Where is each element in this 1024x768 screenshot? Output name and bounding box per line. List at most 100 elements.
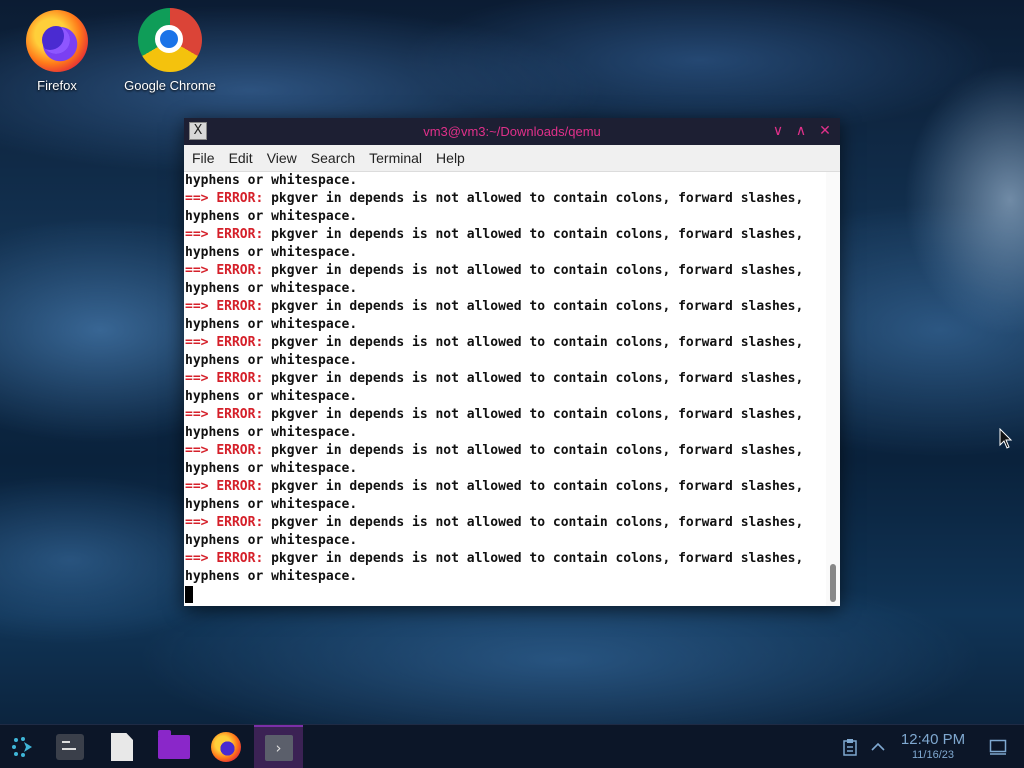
error-message: pkgver in depends is not allowed to cont… — [263, 407, 804, 422]
terminal-error-line: ==> ERROR: pkgver in depends is not allo… — [185, 370, 826, 388]
scrollbar[interactable] — [826, 172, 840, 606]
error-prefix: ==> — [185, 263, 217, 278]
menu-view[interactable]: View — [267, 150, 297, 166]
error-message: pkgver in depends is not allowed to cont… — [263, 299, 804, 314]
show-desktop-button[interactable] — [986, 725, 1010, 768]
error-prefix: ==> — [185, 191, 217, 206]
error-tag: ERROR: — [216, 191, 264, 206]
menu-terminal[interactable]: Terminal — [369, 150, 422, 166]
terminal-error-line: ==> ERROR: pkgver in depends is not allo… — [185, 550, 826, 568]
terminal-error-line: ==> ERROR: pkgver in depends is not allo… — [185, 442, 826, 460]
desktop-icon-label: Firefox — [37, 78, 77, 93]
error-prefix: ==> — [185, 479, 217, 494]
error-message: pkgver in depends is not allowed to cont… — [263, 515, 804, 530]
chevron-up-icon — [871, 742, 885, 751]
terminal-error-line: ==> ERROR: pkgver in depends is not allo… — [185, 298, 826, 316]
clipboard-icon — [843, 739, 857, 756]
terminal-error-line: ==> ERROR: pkgver in depends is not allo… — [185, 406, 826, 424]
terminal-line: hyphens or whitespace. — [185, 425, 358, 440]
menu-help[interactable]: Help — [436, 150, 465, 166]
taskbar-terminal-app[interactable] — [47, 725, 93, 768]
mouse-pointer-icon — [999, 428, 1013, 449]
menu-search[interactable]: Search — [311, 150, 355, 166]
error-tag: ERROR: — [216, 479, 264, 494]
terminal-window[interactable]: X vm3@vm3:~/Downloads/qemu ∨ ∧ ✕ File Ed… — [184, 118, 840, 606]
desktop-icon-label: Google Chrome — [124, 78, 216, 93]
error-tag: ERROR: — [216, 515, 264, 530]
terminal-line: hyphens or whitespace. — [185, 461, 358, 476]
error-prefix: ==> — [185, 407, 217, 422]
taskbar: › 12:40 PM 11/16/23 — [0, 724, 1024, 768]
error-prefix: ==> — [185, 371, 217, 386]
terminal-line: hyphens or whitespace. — [185, 389, 358, 404]
error-prefix: ==> — [185, 443, 217, 458]
terminal-line: hyphens or whitespace. — [185, 353, 358, 368]
menu-file[interactable]: File — [192, 150, 215, 166]
window-title: vm3@vm3:~/Downloads/qemu — [423, 124, 601, 139]
terminal-error-line: ==> ERROR: pkgver in depends is not allo… — [185, 478, 826, 496]
error-message: pkgver in depends is not allowed to cont… — [263, 479, 804, 494]
error-message: pkgver in depends is not allowed to cont… — [263, 371, 804, 386]
maximize-button[interactable]: ∧ — [792, 122, 810, 140]
error-prefix: ==> — [185, 551, 217, 566]
desktop-icon-firefox[interactable]: Firefox — [2, 10, 112, 93]
error-prefix: ==> — [185, 299, 217, 314]
terminal-line: hyphens or whitespace. — [185, 173, 358, 188]
terminal-line: hyphens or whitespace. — [185, 569, 358, 584]
close-button[interactable]: ✕ — [816, 122, 834, 140]
minimize-button[interactable]: ∨ — [769, 122, 787, 140]
terminal-error-line: ==> ERROR: pkgver in depends is not allo… — [185, 514, 826, 532]
application-launcher[interactable] — [0, 725, 46, 768]
error-message: pkgver in depends is not allowed to cont… — [263, 263, 804, 278]
error-message: pkgver in depends is not allowed to cont… — [263, 551, 804, 566]
clipboard-button[interactable] — [838, 725, 862, 768]
error-tag: ERROR: — [216, 299, 264, 314]
menu-edit[interactable]: Edit — [229, 150, 253, 166]
error-message: pkgver in depends is not allowed to cont… — [263, 191, 804, 206]
terminal-line: hyphens or whitespace. — [185, 281, 358, 296]
error-tag: ERROR: — [216, 335, 264, 350]
error-tag: ERROR: — [216, 551, 264, 566]
terminal-error-line: ==> ERROR: pkgver in depends is not allo… — [185, 226, 826, 244]
system-tray-expand[interactable] — [866, 725, 890, 768]
terminal-app-icon — [56, 734, 84, 760]
clock-date: 11/16/23 — [911, 749, 954, 761]
konsole-icon: › — [264, 735, 293, 761]
terminal-line: hyphens or whitespace. — [185, 497, 358, 512]
error-prefix: ==> — [185, 335, 217, 350]
terminal-error-line: ==> ERROR: pkgver in depends is not allo… — [185, 334, 826, 352]
launcher-icon — [12, 737, 32, 757]
error-prefix: ==> — [185, 227, 217, 242]
file-manager-icon — [158, 730, 190, 759]
show-desktop-icon — [989, 739, 1007, 755]
taskbar-file-manager[interactable] — [151, 725, 197, 768]
firefox-icon — [211, 732, 241, 762]
terminal-error-line: ==> ERROR: pkgver in depends is not allo… — [185, 190, 826, 208]
window-titlebar[interactable]: X vm3@vm3:~/Downloads/qemu ∨ ∧ ✕ — [184, 118, 840, 145]
taskbar-konsole[interactable]: › — [254, 725, 303, 768]
error-prefix: ==> — [185, 515, 217, 530]
taskbar-firefox[interactable] — [203, 725, 249, 768]
error-message: pkgver in depends is not allowed to cont… — [263, 335, 804, 350]
scrollbar-thumb[interactable] — [830, 564, 836, 602]
terminal-line: hyphens or whitespace. — [185, 533, 358, 548]
terminal-line: hyphens or whitespace. — [185, 245, 358, 260]
taskbar-text-editor[interactable] — [99, 725, 145, 768]
error-tag: ERROR: — [216, 407, 264, 422]
error-tag: ERROR: — [216, 371, 264, 386]
clock[interactable]: 12:40 PM 11/16/23 — [895, 731, 971, 762]
terminal-line: hyphens or whitespace. — [185, 317, 358, 332]
prompt-line[interactable] — [185, 586, 826, 604]
error-message: pkgver in depends is not allowed to cont… — [263, 227, 804, 242]
clock-time: 12:40 PM — [900, 731, 966, 748]
text-cursor — [185, 586, 193, 603]
menu-bar: File Edit View Search Terminal Help — [184, 145, 840, 172]
error-message: pkgver in depends is not allowed to cont… — [263, 443, 804, 458]
error-tag: ERROR: — [216, 227, 264, 242]
desktop-icon-chrome[interactable]: Google Chrome — [115, 8, 225, 93]
terminal-output[interactable]: hyphens or whitespace. ==> ERROR: pkgver… — [184, 172, 826, 606]
firefox-icon — [26, 10, 88, 72]
chrome-icon — [138, 8, 202, 72]
error-tag: ERROR: — [216, 263, 264, 278]
text-editor-icon — [111, 733, 133, 761]
